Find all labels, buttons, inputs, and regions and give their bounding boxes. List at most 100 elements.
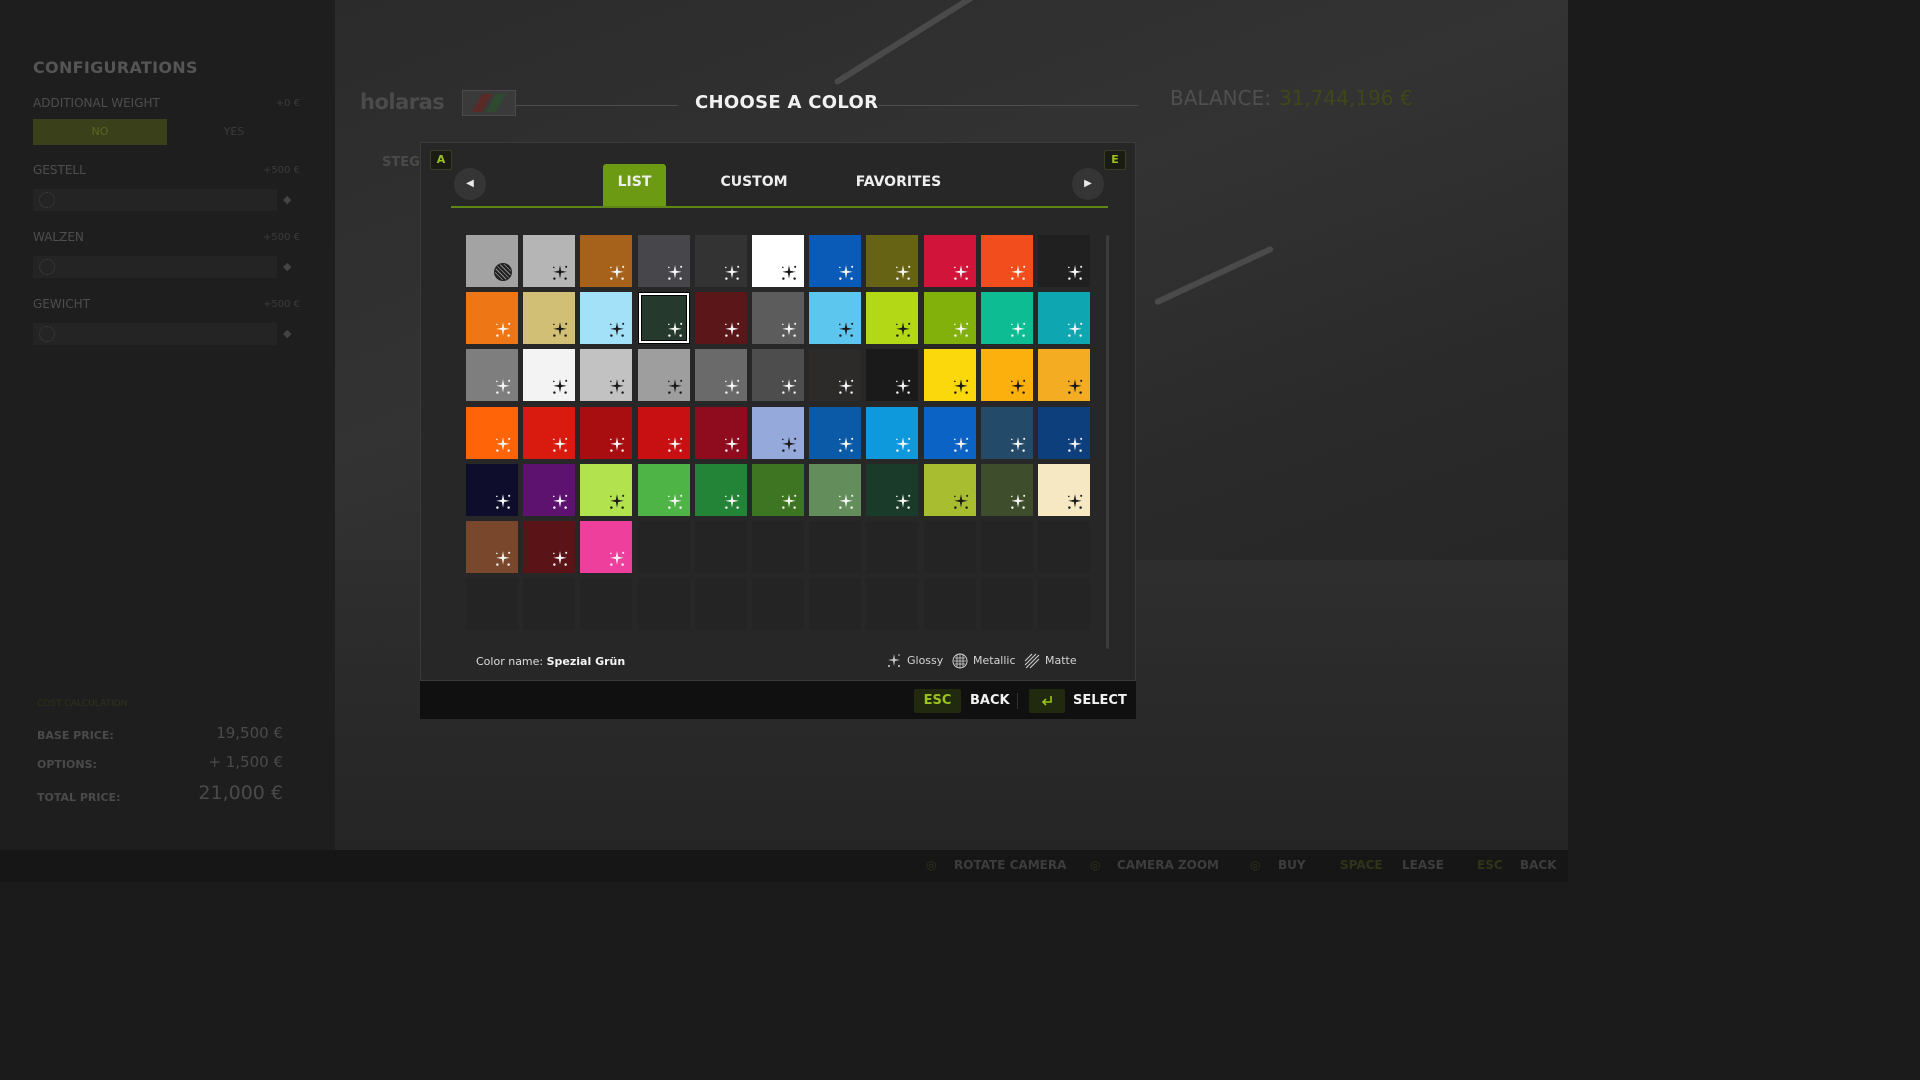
legend-glossy: Glossy (886, 653, 943, 669)
color-swatch[interactable] (981, 292, 1033, 344)
gestell-color-field[interactable] (33, 189, 277, 211)
color-swatch[interactable] (866, 235, 918, 287)
color-swatch[interactable] (752, 407, 804, 459)
color-swatch[interactable] (809, 292, 861, 344)
color-swatch[interactable] (866, 407, 918, 459)
color-swatch[interactable] (1038, 407, 1090, 459)
color-swatch[interactable] (809, 235, 861, 287)
color-swatch[interactable] (809, 407, 861, 459)
glossy-icon (725, 494, 740, 509)
color-swatch[interactable] (809, 464, 861, 516)
color-swatch[interactable] (924, 292, 976, 344)
glossy-icon (839, 437, 854, 452)
matte-icon (1024, 653, 1040, 669)
color-swatch[interactable] (466, 292, 518, 344)
color-swatch[interactable] (523, 235, 575, 287)
bottom-control-bar: ◎ ROTATE CAMERA ◎ CAMERA ZOOM ◎ BUY SPAC… (0, 850, 1568, 882)
next-tab-button[interactable]: ▶ (1072, 168, 1104, 200)
color-swatch[interactable] (752, 464, 804, 516)
color-swatch[interactable] (466, 349, 518, 401)
color-swatch[interactable] (523, 292, 575, 344)
glossy-icon (954, 265, 969, 280)
empty-swatch-slot (809, 578, 861, 630)
color-swatch[interactable] (523, 464, 575, 516)
color-swatch[interactable] (981, 235, 1033, 287)
color-swatch[interactable] (523, 521, 575, 573)
color-swatch[interactable] (866, 292, 918, 344)
tag-icon[interactable]: ◆ (283, 193, 291, 206)
color-swatch[interactable] (638, 235, 690, 287)
total-price-row: TOTAL PRICE: 21,000 € (37, 780, 283, 804)
base-price-value: 19,500 € (216, 724, 283, 742)
color-swatch[interactable] (695, 349, 747, 401)
empty-swatch-slot (638, 578, 690, 630)
color-swatch[interactable] (580, 235, 632, 287)
color-swatch[interactable] (1038, 349, 1090, 401)
color-swatch[interactable] (981, 407, 1033, 459)
option-yes[interactable]: YES (167, 119, 301, 145)
color-swatch[interactable] (523, 349, 575, 401)
color-swatch[interactable] (695, 235, 747, 287)
color-swatch[interactable] (981, 464, 1033, 516)
option-no[interactable]: NO (33, 119, 167, 145)
color-swatch[interactable] (580, 464, 632, 516)
walzen-color-field[interactable] (33, 256, 277, 278)
color-swatch[interactable] (580, 407, 632, 459)
glossy-icon (1068, 322, 1083, 337)
key-hint-e: E (1104, 150, 1126, 170)
color-swatch[interactable] (752, 349, 804, 401)
footer-divider (1017, 693, 1018, 709)
enter-key[interactable] (1029, 689, 1065, 713)
empty-swatch-slot (866, 578, 918, 630)
color-swatch[interactable] (638, 464, 690, 516)
tab-custom[interactable]: CUSTOM (714, 164, 794, 206)
color-swatch[interactable] (1038, 235, 1090, 287)
select-button[interactable]: SELECT (1073, 689, 1127, 713)
color-swatch[interactable] (638, 407, 690, 459)
color-swatch[interactable] (866, 464, 918, 516)
color-swatch[interactable] (638, 292, 690, 344)
color-swatch[interactable] (752, 292, 804, 344)
color-swatch[interactable] (981, 349, 1033, 401)
color-swatch[interactable] (752, 235, 804, 287)
color-swatch[interactable] (809, 349, 861, 401)
color-swatch[interactable] (924, 464, 976, 516)
tab-favorites[interactable]: FAVORITES (851, 164, 946, 206)
color-swatch[interactable] (466, 235, 518, 287)
esc-key[interactable]: ESC (914, 689, 961, 713)
header-divider (878, 105, 1138, 106)
color-swatch[interactable] (523, 407, 575, 459)
tab-list[interactable]: LIST (603, 164, 666, 206)
gewicht-color-field[interactable] (33, 323, 277, 345)
tag-icon[interactable]: ◆ (283, 327, 291, 340)
color-swatch[interactable] (580, 521, 632, 573)
color-swatch[interactable] (924, 235, 976, 287)
glossy-icon (553, 437, 568, 452)
tag-icon[interactable]: ◆ (283, 260, 291, 273)
scrollbar[interactable] (1106, 235, 1109, 649)
color-swatch[interactable] (695, 407, 747, 459)
color-swatch[interactable] (924, 349, 976, 401)
dialog-title: CHOOSE A COLOR (695, 92, 879, 113)
additional-weight-toggle[interactable]: NO YES (33, 119, 301, 145)
color-swatch[interactable] (466, 407, 518, 459)
glossy-icon (782, 265, 797, 280)
tab-underline (451, 206, 1108, 208)
color-swatch[interactable] (695, 292, 747, 344)
color-swatch[interactable] (580, 349, 632, 401)
walzen-price: +500 € (262, 232, 300, 243)
balance: BALANCE: 31,744,196 € (1170, 86, 1413, 110)
back-button[interactable]: BACK (970, 689, 1010, 713)
prev-tab-button[interactable]: ◀ (454, 168, 486, 200)
color-swatch[interactable] (1038, 464, 1090, 516)
color-swatch[interactable] (695, 464, 747, 516)
color-swatch[interactable] (1038, 292, 1090, 344)
color-swatch[interactable] (638, 349, 690, 401)
total-price-label: TOTAL PRICE: (37, 791, 121, 804)
color-swatch[interactable] (866, 349, 918, 401)
color-swatch[interactable] (466, 464, 518, 516)
color-swatch[interactable] (466, 521, 518, 573)
color-swatch[interactable] (924, 407, 976, 459)
steg-label: STEG (382, 155, 420, 170)
color-swatch[interactable] (580, 292, 632, 344)
